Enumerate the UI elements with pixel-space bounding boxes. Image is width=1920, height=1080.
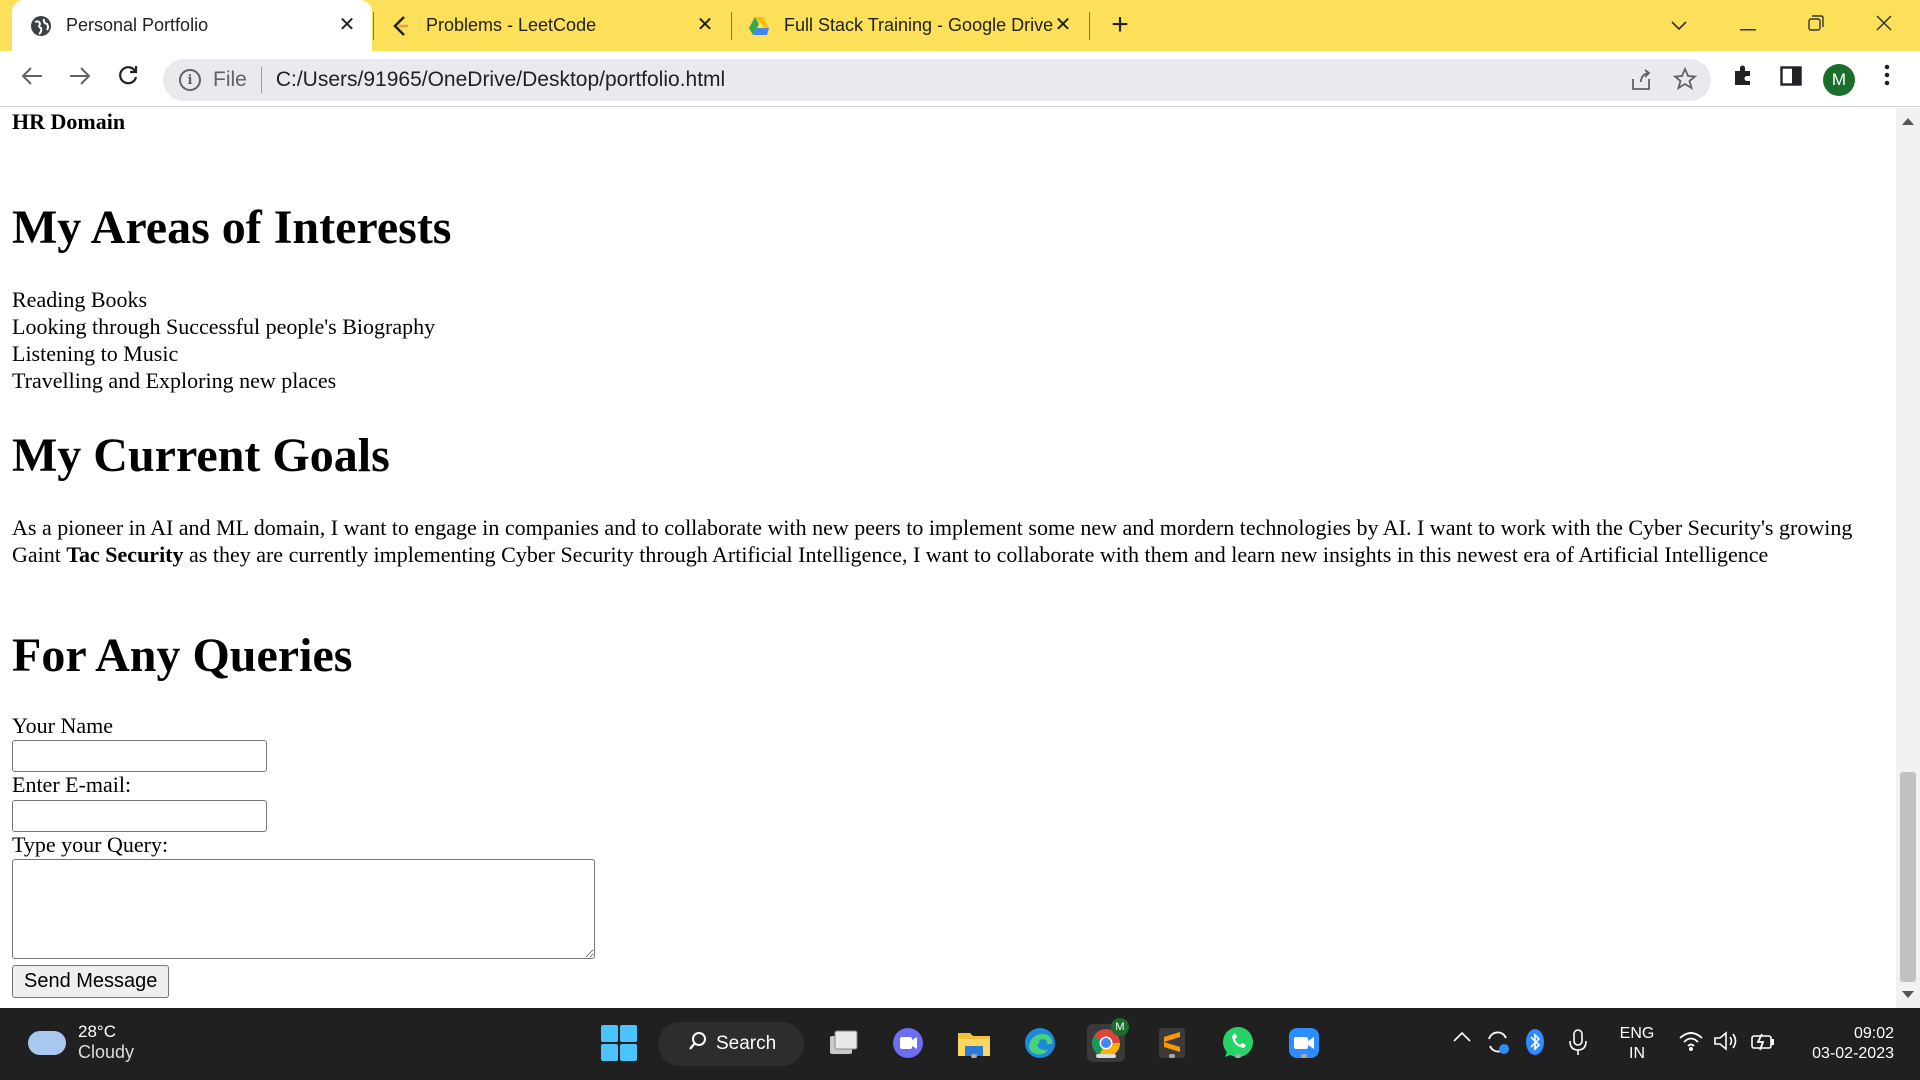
running-indicator (1169, 1054, 1175, 1058)
bluetooth-icon[interactable] (1524, 1028, 1546, 1056)
tray-chevron-up-icon[interactable] (1452, 1030, 1476, 1054)
file-explorer-icon[interactable] (955, 1024, 993, 1062)
wifi-icon[interactable] (1678, 1030, 1704, 1054)
goals-highlight: Tac Security (66, 542, 184, 567)
list-item: Reading Books (12, 287, 148, 312)
list-item: Listening to Music (12, 341, 179, 366)
forward-arrow-icon[interactable] (64, 63, 96, 95)
language-indicator[interactable]: ENG IN (1617, 1024, 1657, 1064)
clock-time: 09:02 (1853, 1025, 1894, 1042)
goals-heading: My Current Goals (12, 429, 390, 482)
goals-paragraph: As a pioneer in AI and ML domain, I want… (12, 514, 1882, 568)
url-scheme: File (213, 68, 247, 91)
zoom-icon[interactable] (1285, 1024, 1323, 1062)
microphone-icon[interactable] (1567, 1028, 1589, 1056)
windows-taskbar: 28°C Cloudy Search M ENG IN 09:02 03-02-… (0, 1008, 1920, 1080)
page-viewport: HR Domain My Areas of Interests Reading … (0, 108, 1896, 1008)
running-indicator (971, 1054, 977, 1058)
query-textarea[interactable] (12, 859, 595, 959)
email-label: Enter E-mail: (12, 772, 132, 797)
tab-search-chevron-icon[interactable] (1664, 10, 1694, 40)
email-input[interactable] (12, 800, 267, 832)
globe-icon (30, 15, 52, 37)
weather-widget[interactable]: 28°C Cloudy (28, 1022, 134, 1063)
system-clock[interactable]: 09:02 03-02-2023 (1798, 1024, 1894, 1064)
name-label: Your Name (12, 713, 114, 738)
browser-toolbar: i File C:/Users/91965/OneDrive/Desktop/p… (0, 51, 1920, 107)
teams-chat-icon[interactable] (889, 1024, 927, 1062)
interests-heading: My Areas of Interests (12, 201, 452, 254)
name-input[interactable] (12, 740, 267, 772)
info-icon[interactable]: i (179, 69, 201, 91)
weather-desc: Cloudy (78, 1042, 135, 1062)
volume-icon[interactable] (1713, 1030, 1739, 1054)
running-indicator (1235, 1054, 1241, 1058)
minimize-icon[interactable] (1733, 10, 1763, 40)
tab-personal-portfolio[interactable]: Personal Portfolio ✕ (12, 0, 372, 51)
tab-leetcode[interactable]: Problems - LeetCode ✕ (374, 0, 730, 51)
clock-date: 03-02-2023 (1812, 1045, 1894, 1062)
new-tab-plus-icon[interactable]: + (1106, 10, 1134, 40)
edge-browser-icon[interactable] (1021, 1024, 1059, 1062)
google-drive-icon (748, 15, 770, 37)
send-message-button[interactable]: Send Message (12, 965, 170, 998)
interests-list: Reading Books Looking through Successful… (12, 286, 435, 394)
chrome-icon[interactable]: M (1087, 1018, 1129, 1062)
tab-title: Personal Portfolio (66, 15, 209, 35)
address-bar[interactable]: i File C:/Users/91965/OneDrive/Desktop/p… (163, 59, 1711, 101)
page-scrollbar[interactable] (1896, 108, 1920, 1008)
sync-icon[interactable] (1484, 1028, 1512, 1056)
chrome-profile-badge: M (1111, 1018, 1129, 1036)
goals-text-end: as they are currently implementing Cyber… (183, 542, 1769, 567)
scroll-thumb[interactable] (1900, 772, 1916, 982)
omnibox-separator (260, 67, 262, 93)
side-panel-icon[interactable] (1775, 63, 1807, 95)
region-code: IN (1629, 1045, 1645, 1062)
menu-kebab-icon[interactable] (1871, 63, 1903, 95)
restore-icon[interactable] (1801, 10, 1831, 40)
running-indicator (1096, 1054, 1116, 1058)
extensions-puzzle-icon[interactable] (1727, 63, 1759, 95)
list-item: Travelling and Exploring new places (12, 368, 337, 393)
tab-separator (1089, 12, 1090, 40)
search-icon (688, 1031, 708, 1057)
close-icon[interactable]: ✕ (1052, 14, 1074, 36)
list-item: Looking through Successful people's Biog… (12, 314, 436, 339)
bookmark-star-icon[interactable] (1672, 66, 1698, 97)
queries-heading: For Any Queries (12, 629, 353, 682)
windows-start-icon[interactable] (600, 1024, 638, 1062)
profile-avatar[interactable]: M (1823, 64, 1855, 96)
close-window-icon[interactable] (1869, 10, 1899, 40)
share-icon[interactable] (1629, 68, 1653, 98)
back-arrow-icon[interactable] (16, 63, 48, 95)
close-icon[interactable]: ✕ (336, 14, 358, 36)
hr-domain-text: HR Domain (12, 109, 126, 134)
leetcode-icon (390, 15, 412, 37)
scroll-up-arrow-icon[interactable] (1902, 118, 1914, 125)
tab-title: Full Stack Training - Google Drive (784, 15, 1054, 35)
task-view-icon[interactable] (824, 1024, 862, 1062)
cloud-icon (28, 1030, 66, 1055)
query-label: Type your Query: (12, 832, 169, 857)
whatsapp-icon[interactable] (1219, 1024, 1257, 1062)
battery-charging-icon[interactable] (1750, 1030, 1776, 1054)
reload-icon[interactable] (112, 63, 144, 95)
close-icon[interactable]: ✕ (694, 14, 716, 36)
tab-google-drive[interactable]: Full Stack Training - Google Drive ✕ (732, 0, 1088, 51)
language-code: ENG (1619, 1025, 1655, 1042)
sublime-text-icon[interactable] (1153, 1024, 1191, 1062)
url-text: C:/Users/91965/OneDrive/Desktop/portfoli… (275, 68, 726, 91)
running-indicator (1301, 1054, 1307, 1058)
scroll-down-arrow-icon[interactable] (1902, 991, 1914, 998)
tab-strip: Personal Portfolio ✕ Problems - LeetCode… (0, 0, 1920, 51)
search-label: Search (716, 1033, 777, 1054)
tab-title: Problems - LeetCode (426, 15, 597, 35)
taskbar-search[interactable]: Search (658, 1022, 804, 1066)
weather-temp: 28°C (78, 1022, 116, 1041)
